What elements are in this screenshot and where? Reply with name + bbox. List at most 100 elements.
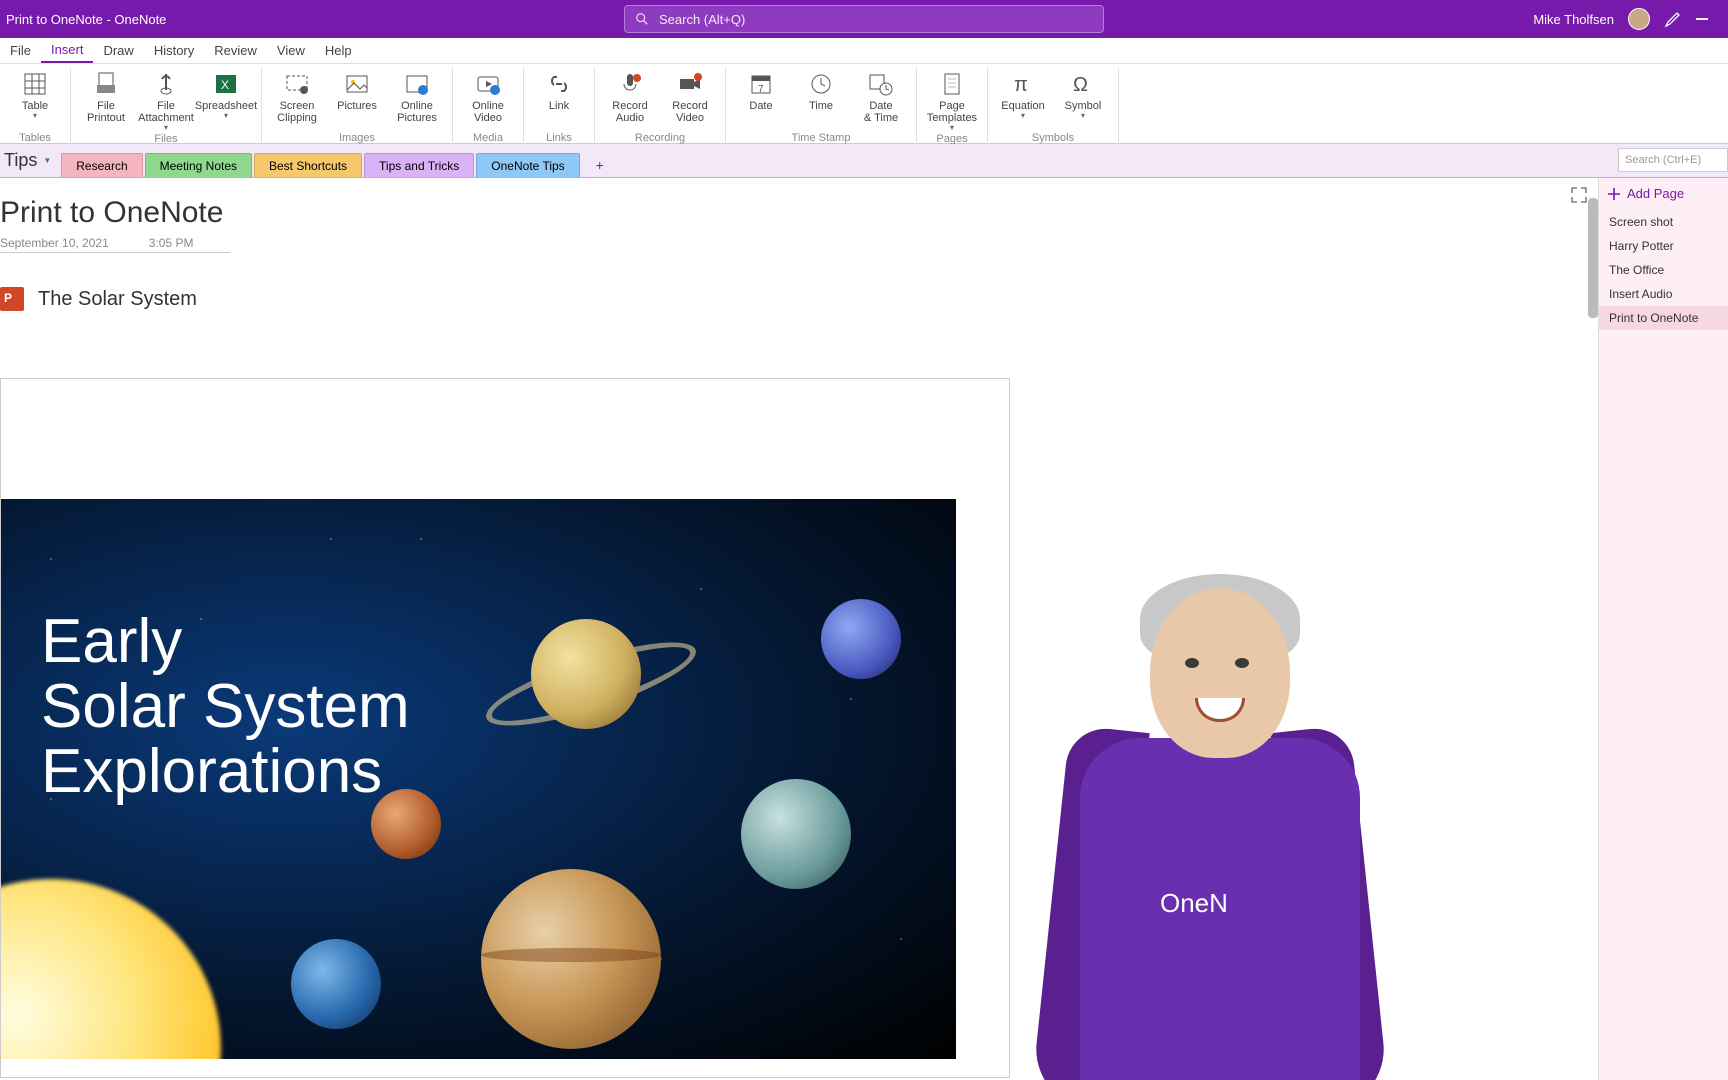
slide-title: EarlySolar SystemExplorations: [41, 609, 410, 804]
search-box[interactable]: Search (Alt+Q): [624, 5, 1104, 33]
ribbon-record-audio[interactable]: RecordAudio: [601, 68, 659, 124]
menu-history[interactable]: History: [144, 38, 204, 63]
menu-file[interactable]: File: [0, 38, 41, 63]
page-item[interactable]: Print to OneNote: [1599, 306, 1728, 330]
ribbon-button-label: OnlinePictures: [397, 100, 437, 124]
page-item[interactable]: The Office: [1599, 258, 1728, 282]
expand-icon[interactable]: [1570, 186, 1588, 204]
page-item[interactable]: Harry Potter: [1599, 234, 1728, 258]
record-video-icon: [676, 70, 704, 98]
neptune-graphic: [821, 599, 901, 679]
ribbon-online-video[interactable]: OnlineVideo: [459, 68, 517, 124]
page-canvas[interactable]: Print to OneNote September 10, 2021 3:05…: [0, 178, 1598, 1080]
notebook-selector[interactable]: Tips ▼: [0, 150, 61, 177]
earth-graphic: [291, 939, 381, 1029]
section-bar: Tips ▼ ResearchMeeting NotesBest Shortcu…: [0, 144, 1728, 178]
chevron-down-icon: ▾: [1081, 112, 1085, 121]
ribbon-date[interactable]: 7Date: [732, 68, 790, 124]
ribbon-link[interactable]: Link: [530, 68, 588, 112]
menu-view[interactable]: View: [267, 38, 315, 63]
ribbon-group-links: LinkLinks: [524, 68, 595, 144]
page-meta: September 10, 2021 3:05 PM: [0, 230, 230, 253]
ribbon-table[interactable]: Table▾: [6, 68, 64, 121]
ribbon-group-files: FilePrintoutFileAttachment▾XSpreadsheet▾…: [71, 68, 262, 144]
page-title[interactable]: Print to OneNote: [0, 178, 1598, 230]
scrollbar[interactable]: [1584, 178, 1598, 1080]
attachment[interactable]: The Solar System: [0, 287, 1598, 311]
chevron-down-icon: ▾: [33, 112, 37, 121]
ribbon-online-pictures[interactable]: OnlinePictures: [388, 68, 446, 124]
svg-text:π: π: [1014, 74, 1028, 96]
chevron-down-icon: ▾: [164, 124, 168, 133]
chevron-down-icon: ▾: [950, 124, 954, 133]
ribbon-group-label: Images: [339, 132, 375, 144]
page-time: 3:05 PM: [149, 236, 194, 250]
online-video-icon: [474, 70, 502, 98]
ribbon-record-video[interactable]: RecordVideo: [661, 68, 719, 124]
add-section-button[interactable]: +: [582, 153, 618, 177]
page-item[interactable]: Insert Audio: [1599, 282, 1728, 306]
date-time-icon: [867, 70, 895, 98]
ribbon-file-printout[interactable]: FilePrintout: [77, 68, 135, 133]
saturn-graphic: [531, 619, 641, 729]
section-tab-meeting-notes[interactable]: Meeting Notes: [145, 153, 252, 177]
menu-help[interactable]: Help: [315, 38, 362, 63]
title-bar: Print to OneNote - OneNote Search (Alt+Q…: [0, 0, 1728, 38]
ribbon-button-label: OnlineVideo: [472, 100, 504, 124]
ribbon-button-label: RecordAudio: [612, 100, 647, 124]
ribbon-button-label: Pictures: [337, 100, 377, 112]
ribbon-file-attachment[interactable]: FileAttachment▾: [137, 68, 195, 133]
section-tab-onenote-tips[interactable]: OneNote Tips: [476, 153, 579, 177]
ribbon: Table▾TablesFilePrintoutFileAttachment▾X…: [0, 64, 1728, 144]
section-tab-tips-and-tricks[interactable]: Tips and Tricks: [364, 153, 474, 177]
head-graphic: [1150, 588, 1290, 758]
ribbon-equation[interactable]: πEquation▾: [994, 68, 1052, 121]
plus-icon: [1607, 187, 1621, 201]
add-page-button[interactable]: Add Page: [1599, 178, 1728, 210]
ribbon-page-templates[interactable]: PageTemplates▾: [923, 68, 981, 133]
ribbon-button-label: Time: [809, 100, 833, 112]
svg-text:X: X: [221, 78, 229, 92]
file-printout-icon: [92, 70, 120, 98]
user-avatar[interactable]: [1628, 8, 1650, 30]
ribbon-spreadsheet[interactable]: XSpreadsheet▾: [197, 68, 255, 133]
search-placeholder: Search (Alt+Q): [659, 12, 745, 27]
ribbon-group-symbols: πEquation▾ΩSymbol▾ Symbols: [988, 68, 1119, 144]
slide-image: EarlySolar SystemExplorations: [1, 499, 956, 1059]
ribbon-symbol[interactable]: ΩSymbol▾: [1054, 68, 1112, 121]
page-list-pane: Add Page Screen shotHarry PotterThe Offi…: [1598, 178, 1728, 1080]
ribbon-date-time[interactable]: Date& Time: [852, 68, 910, 124]
minimize-button[interactable]: [1696, 18, 1708, 20]
printout-frame: EarlySolar SystemExplorations: [0, 378, 1010, 1078]
online-pictures-icon: [403, 70, 431, 98]
section-tab-research[interactable]: Research: [61, 153, 142, 177]
svg-text:7: 7: [758, 84, 764, 95]
ribbon-group-label: Symbols: [1032, 132, 1074, 144]
user-name[interactable]: Mike Tholfsen: [1533, 12, 1614, 27]
ribbon-time[interactable]: Time: [792, 68, 850, 124]
ribbon-button-label: ScreenClipping: [277, 100, 317, 124]
ribbon-button-label: Link: [549, 100, 569, 112]
menu-insert[interactable]: Insert: [41, 38, 94, 63]
coming-soon-icon[interactable]: [1664, 10, 1682, 28]
menu-review[interactable]: Review: [204, 38, 267, 63]
section-tab-best-shortcuts[interactable]: Best Shortcuts: [254, 153, 362, 177]
scrollbar-thumb[interactable]: [1588, 198, 1598, 318]
chevron-down-icon: ▾: [1021, 112, 1025, 121]
file-attachment-icon: [152, 70, 180, 98]
window-title: Print to OneNote - OneNote: [6, 12, 166, 27]
notebook-name: Tips: [4, 150, 37, 171]
spreadsheet-icon: X: [212, 70, 240, 98]
svg-text:Ω: Ω: [1073, 74, 1088, 96]
menu-bar: FileInsertDrawHistoryReviewViewHelp: [0, 38, 1728, 64]
ribbon-group-time-stamp: 7DateTimeDate& TimeTime Stamp: [726, 68, 917, 144]
ribbon-group-label: Recording: [635, 132, 685, 144]
search-pages-box[interactable]: Search (Ctrl+E): [1618, 148, 1728, 172]
page-item[interactable]: Screen shot: [1599, 210, 1728, 234]
ribbon-screen-clipping[interactable]: ScreenClipping: [268, 68, 326, 124]
attachment-name: The Solar System: [38, 288, 197, 311]
ribbon-pictures[interactable]: Pictures: [328, 68, 386, 124]
ribbon-group-media: OnlineVideoMedia: [453, 68, 524, 144]
eye-graphic: [1235, 658, 1249, 668]
menu-draw[interactable]: Draw: [93, 38, 143, 63]
